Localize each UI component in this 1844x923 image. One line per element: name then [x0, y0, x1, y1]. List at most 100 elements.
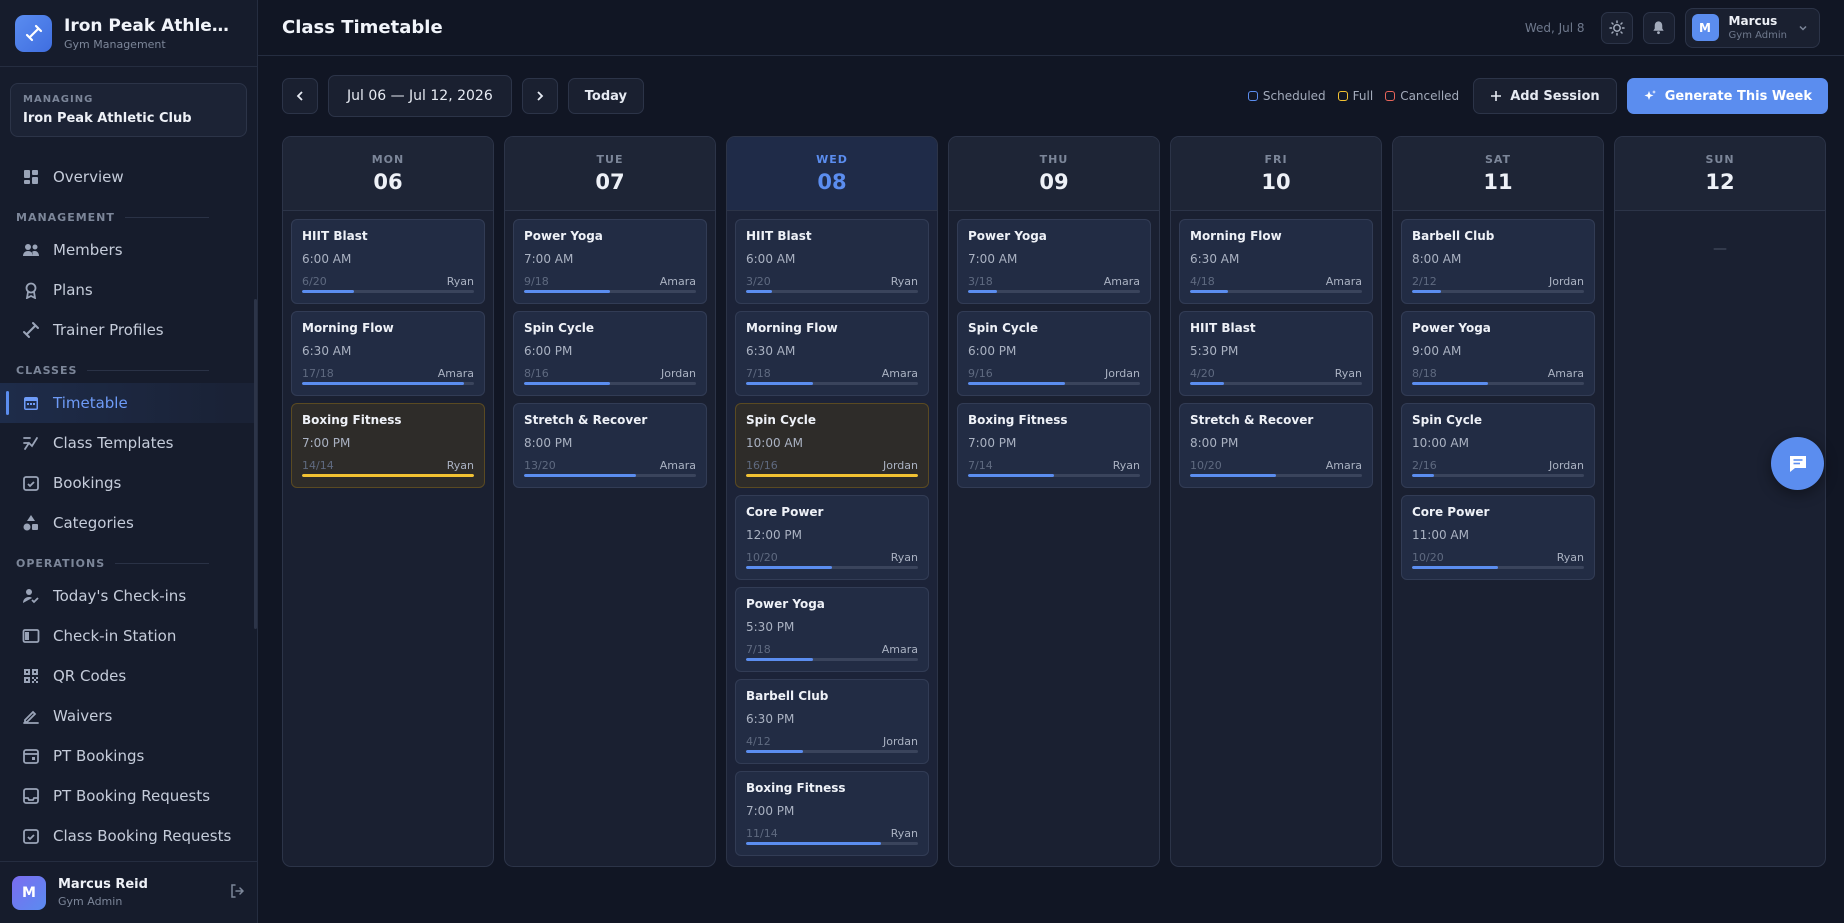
session-capacity: 16/16 [746, 459, 778, 472]
session-capacity: 13/20 [524, 459, 556, 472]
session-card[interactable]: Boxing Fitness 7:00 PM 7/14 Ryan [957, 403, 1151, 488]
sidebar-item-qr-codes[interactable]: QR Codes [0, 656, 257, 696]
session-card[interactable]: Power Yoga 9:00 AM 8/18 Amara [1401, 311, 1595, 396]
sidebar-item-todays-checkins[interactable]: Today's Check-ins [0, 576, 257, 616]
session-capacity: 3/18 [968, 275, 993, 288]
capacity-bar-fill [1190, 290, 1229, 293]
sidebar-item-trainer-profiles[interactable]: Trainer Profiles [0, 310, 257, 350]
sidebar-user[interactable]: M Marcus Reid Gym Admin [0, 861, 257, 923]
sidebar-item-overview[interactable]: Overview [0, 157, 257, 197]
today-button[interactable]: Today [567, 78, 644, 114]
session-card[interactable]: Barbell Club 8:00 AM 2/12 Jordan [1401, 219, 1595, 304]
chevron-right-icon [537, 91, 544, 101]
session-card[interactable]: Power Yoga 7:00 AM 9/18 Amara [513, 219, 707, 304]
session-trainer: Ryan [1556, 551, 1584, 564]
session-card[interactable]: Boxing Fitness 7:00 PM 11/14 Ryan [735, 771, 929, 856]
session-capacity: 10/20 [1190, 459, 1222, 472]
generate-week-button[interactable]: Generate This Week [1626, 78, 1828, 114]
capacity-bar [746, 474, 918, 477]
previous-week-button[interactable] [282, 78, 318, 114]
session-card[interactable]: Power Yoga 5:30 PM 7/18 Amara [735, 587, 929, 672]
capacity-bar [524, 474, 696, 477]
session-time: 7:00 AM [968, 252, 1018, 266]
sidebar-item-pt-bookings[interactable]: PT Bookings [0, 736, 257, 776]
page-title: Class Timetable [282, 17, 443, 38]
managing-club-selector[interactable]: MANAGING Iron Peak Athletic Club [10, 83, 247, 137]
theme-toggle-button[interactable] [1600, 11, 1633, 44]
sidebar-scrollbar[interactable] [254, 299, 257, 629]
timetable-toolbar: Jul 06 — Jul 12, 2026 Today Scheduled Fu… [258, 56, 1844, 136]
sidebar-nav: Overview MANAGEMENT Members Plans Traine… [0, 147, 257, 861]
brand[interactable]: Iron Peak Athle… Gym Management [0, 0, 257, 67]
session-card[interactable]: Spin Cycle 10:00 AM 2/16 Jordan [1401, 403, 1595, 488]
day-column-fri: FRI 10 Morning Flow 6:30 AM 4/18 Amara HIIT Bl… [1170, 136, 1382, 867]
session-title: Barbell Club [746, 689, 829, 703]
sidebar-item-label: Timetable [53, 394, 128, 412]
day-number: 06 [373, 170, 403, 194]
avatar: M [1691, 14, 1719, 41]
day-sessions: Power Yoga 7:00 AM 9/18 Amara Spin Cycle 6:00… [505, 211, 715, 496]
people-icon [23, 244, 39, 256]
sidebar-item-label: Waivers [53, 707, 113, 725]
session-capacity: 9/18 [524, 275, 549, 288]
legend-cancelled: Cancelled [1385, 89, 1459, 103]
signature-icon [23, 710, 39, 724]
user-name: Marcus Reid [58, 877, 148, 892]
week-range-button[interactable]: Jul 06 — Jul 12, 2026 [328, 75, 512, 117]
logout-icon[interactable] [229, 883, 245, 903]
sidebar-item-members[interactable]: Members [0, 230, 257, 270]
session-card[interactable]: Core Power 11:00 AM 10/20 Ryan [1401, 495, 1595, 580]
session-card[interactable]: HIIT Blast 6:00 AM 3/20 Ryan [735, 219, 929, 304]
brand-name: Iron Peak Athle… [64, 15, 229, 36]
sidebar-item-bookings[interactable]: Bookings [0, 463, 257, 503]
sidebar-item-plans[interactable]: Plans [0, 270, 257, 310]
sidebar-item-label: Categories [53, 514, 134, 532]
session-card[interactable]: Stretch & Recover 8:00 PM 10/20 Amara [1179, 403, 1373, 488]
sidebar-item-checkin-station[interactable]: Check-in Station [0, 616, 257, 656]
session-time: 6:30 PM [746, 712, 795, 726]
session-time: 10:00 AM [1412, 436, 1469, 450]
chat-button[interactable] [1771, 437, 1824, 490]
add-session-button[interactable]: Add Session [1473, 78, 1617, 114]
user-menu[interactable]: M Marcus Gym Admin [1684, 7, 1820, 48]
capacity-bar-fill [302, 382, 465, 385]
notifications-button[interactable] [1642, 11, 1675, 44]
sidebar-item-class-booking-requests[interactable]: Class Booking Requests [0, 816, 257, 856]
sidebar-item-class-templates[interactable]: Class Templates [0, 423, 257, 463]
sidebar-item-categories[interactable]: Categories [0, 503, 257, 543]
session-card[interactable]: Spin Cycle 6:00 PM 9/16 Jordan [957, 311, 1151, 396]
day-sessions: HIIT Blast 6:00 AM 3/20 Ryan Morning Flow 6:3… [727, 211, 937, 864]
capacity-bar [968, 290, 1140, 293]
session-time: 7:00 PM [302, 436, 351, 450]
current-date: Wed, Jul 8 [1524, 20, 1585, 35]
shapes-icon [23, 515, 38, 531]
sidebar-item-timetable[interactable]: Timetable [0, 383, 257, 423]
capacity-bar-fill [968, 290, 997, 293]
session-card[interactable]: Morning Flow 6:30 AM 17/18 Amara [291, 311, 485, 396]
session-card[interactable]: HIIT Blast 5:30 PM 4/20 Ryan [1179, 311, 1373, 396]
session-title: Spin Cycle [1412, 413, 1483, 427]
session-card[interactable]: Stretch & Recover 8:00 PM 13/20 Amara [513, 403, 707, 488]
capacity-bar-fill [1412, 474, 1434, 477]
next-week-button[interactable] [521, 78, 558, 114]
session-card[interactable]: Barbell Club 6:30 PM 4/12 Jordan [735, 679, 929, 764]
session-card[interactable]: HIIT Blast 6:00 AM 6/20 Ryan [291, 219, 485, 304]
capacity-bar-fill [746, 566, 832, 569]
capacity-bar [1190, 382, 1362, 385]
session-card[interactable]: Boxing Fitness 7:00 PM 14/14 Ryan [291, 403, 485, 488]
session-card[interactable]: Spin Cycle 10:00 AM 16/16 Jordan [735, 403, 929, 488]
session-card[interactable]: Morning Flow 6:30 AM 7/18 Amara [735, 311, 929, 396]
session-card[interactable]: Core Power 12:00 PM 10/20 Ryan [735, 495, 929, 580]
session-capacity: 7/18 [746, 367, 771, 380]
legend-label: Full [1352, 89, 1374, 103]
session-card[interactable]: Morning Flow 6:30 AM 4/18 Amara [1179, 219, 1373, 304]
session-title: HIIT Blast [1190, 321, 1256, 335]
capacity-bar [524, 382, 696, 385]
sidebar-item-waivers[interactable]: Waivers [0, 696, 257, 736]
session-capacity: 10/20 [1412, 551, 1444, 564]
session-trainer: Jordan [1549, 459, 1584, 472]
session-card[interactable]: Spin Cycle 6:00 PM 8/16 Jordan [513, 311, 707, 396]
session-title: Barbell Club [1412, 229, 1495, 243]
sidebar-item-pt-booking-requests[interactable]: PT Booking Requests [0, 776, 257, 816]
session-card[interactable]: Power Yoga 7:00 AM 3/18 Amara [957, 219, 1151, 304]
